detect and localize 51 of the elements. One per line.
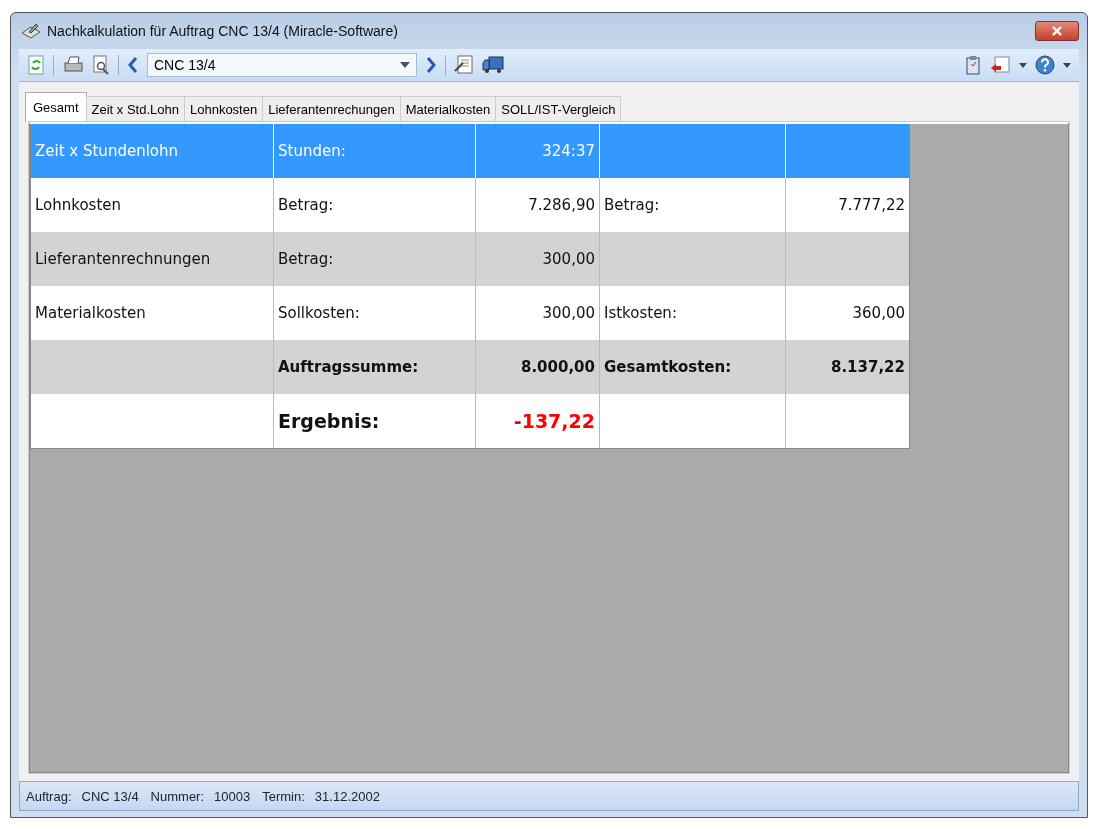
caret-icon[interactable] [1063, 62, 1071, 68]
status-label: Auftrag: [26, 788, 72, 804]
book-icon [21, 23, 41, 39]
status-label: Nummer: [150, 788, 205, 804]
caret-icon [400, 62, 410, 68]
tab[interactable]: Gesamt [25, 92, 87, 122]
table-cell: Zeit x Stundenlohn [35, 142, 178, 160]
table-cell: Istkosten: [604, 304, 677, 322]
next-icon[interactable] [425, 56, 437, 74]
table-row[interactable]: Lieferantenrechnungen Betrag: 300,00 [31, 232, 909, 286]
table-cell: Auftragssumme: [278, 358, 419, 376]
record-dropdown[interactable]: CNC 13/4 [147, 53, 417, 77]
table-cell: Materialkosten [35, 304, 146, 322]
table-cell: Lieferantenrechnungen [35, 250, 211, 268]
table-cell: 360,00 [852, 304, 905, 322]
tab[interactable]: Zeit x Std.Lohn [85, 96, 185, 122]
clipboard-icon[interactable] [965, 55, 981, 75]
table-cell: Betrag: [604, 196, 660, 214]
help-icon[interactable] [1035, 55, 1055, 75]
previous-icon[interactable] [127, 56, 139, 74]
table-cell: -137,22 [513, 410, 595, 432]
table-cell: 7.286,90 [528, 196, 595, 214]
table-cell: Ergebnis: [278, 410, 380, 432]
tab[interactable]: SOLL/IST-Vergleich [495, 96, 622, 122]
status-value: 31.12.2002 [314, 788, 380, 804]
table-cell: 300,00 [542, 304, 595, 322]
table-row[interactable]: Auftragssumme: 8.000,00 Gesamtkosten: 8.137,22 [31, 340, 909, 394]
refresh-icon[interactable] [27, 55, 45, 75]
close-icon [1051, 26, 1063, 36]
status-label: Termin: [262, 788, 305, 804]
table-cell: Gesamtkosten: [604, 358, 732, 376]
print-preview-icon[interactable] [92, 55, 110, 75]
status-value: 10003 [214, 788, 251, 804]
table-cell: 324:37 [542, 142, 595, 160]
close-button[interactable] [1035, 21, 1079, 41]
table-cell: Stunden: [278, 142, 346, 160]
table-cell: 8.000,00 [520, 358, 595, 376]
window-title: Nachkalkulation für Auftrag CNC 13/4 (Miracle-Software) [47, 23, 398, 39]
document-icon[interactable] [454, 55, 474, 75]
table-cell: Betrag: [278, 250, 334, 268]
table-cell: 7.777,22 [838, 196, 905, 214]
table-cell: 8.137,22 [830, 358, 905, 376]
table-cell: Sollkosten: [278, 304, 360, 322]
printer-icon[interactable] [62, 56, 84, 74]
caret-icon[interactable] [1019, 62, 1027, 68]
exit-icon[interactable] [989, 55, 1011, 75]
table-cell: Lohnkosten [35, 196, 122, 214]
table-cell: 300,00 [542, 250, 595, 268]
table-cell: Betrag: [278, 196, 334, 214]
truck-icon[interactable] [482, 55, 504, 75]
status-value: CNC 13/4 [81, 788, 139, 804]
